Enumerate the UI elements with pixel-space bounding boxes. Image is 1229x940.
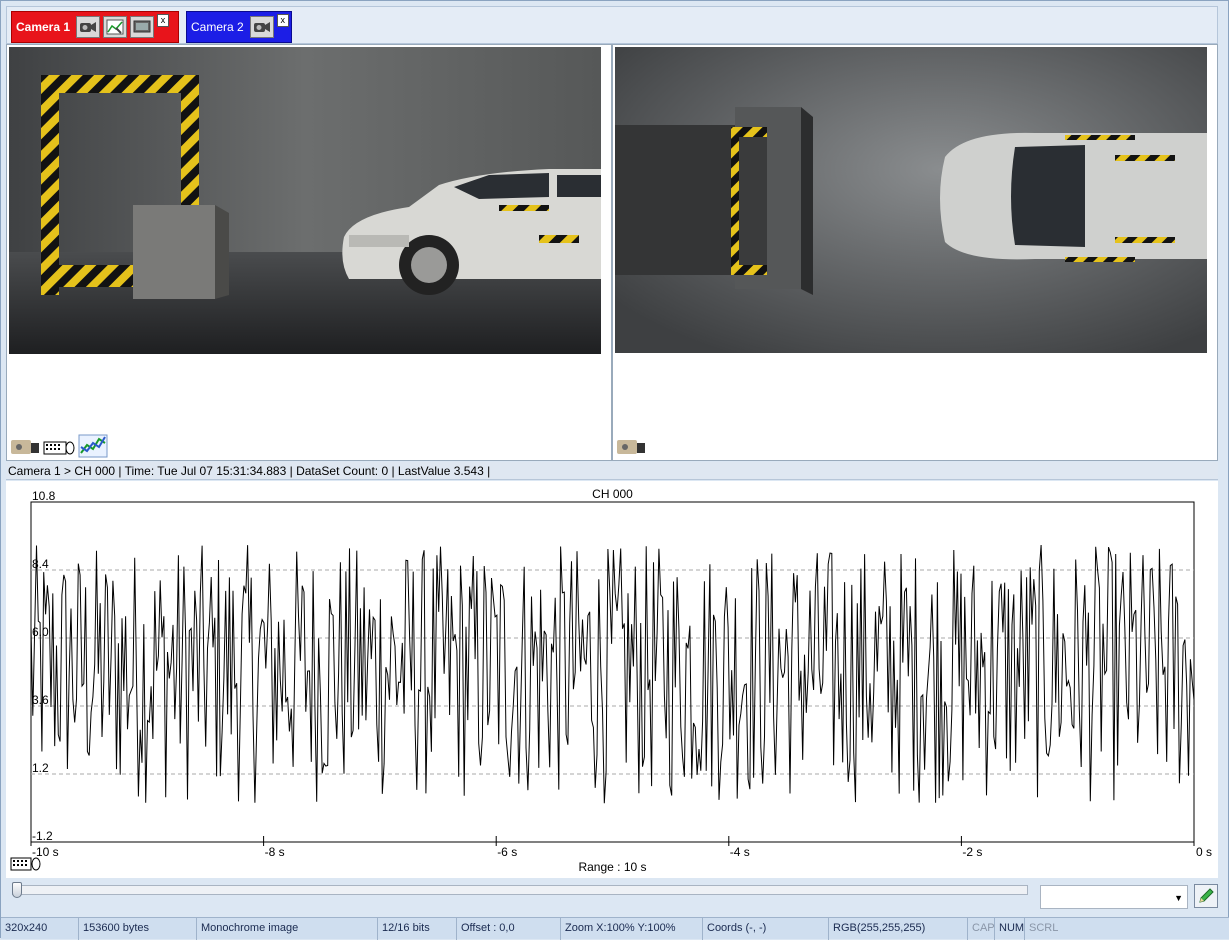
chevron-down-icon[interactable]: ▼ — [1174, 893, 1183, 903]
close-icon[interactable]: x — [157, 14, 170, 27]
keyboard-mouse-icon[interactable] — [43, 434, 75, 458]
y-tick-label: 10.8 — [32, 489, 56, 503]
camera-2-pane — [612, 44, 1218, 461]
display-icon[interactable] — [130, 16, 155, 38]
x-tick-label: -4 s — [730, 845, 750, 859]
status-bit-depth: 12/16 bits — [378, 918, 457, 940]
edit-pencil-icon[interactable] — [1194, 884, 1218, 908]
chart-area: 10.8 8.4 6.0 3.6 1.2 -1.2 -10 s -8 s -6 s -4 s -2 … — [6, 481, 1218, 878]
status-num-lock: NUM — [995, 918, 1025, 940]
channel-info-bar: Camera 1 > CH 000 | Time: Tue Jul 07 15:… — [6, 462, 1218, 480]
status-rgb: RGB(255,255,255) — [829, 918, 968, 940]
status-bar: 320x240 153600 bytes Monochrome image 12… — [1, 917, 1229, 940]
camera-icon[interactable] — [615, 434, 647, 458]
camera-1-toolbar — [9, 434, 109, 458]
status-offset: Offset : 0,0 — [457, 918, 561, 940]
tab-camera-2-label: Camera 2 — [191, 20, 244, 34]
app-window: Camera 1 x Camera 2 x Camera 1 > CH 000 … — [0, 0, 1229, 940]
status-byte-count: 153600 bytes — [79, 918, 197, 940]
graph-settings-icon[interactable] — [103, 16, 128, 38]
channel-select[interactable]: ▼ — [1040, 885, 1188, 909]
camera-icon[interactable] — [9, 434, 41, 458]
x-tick-label: -2 s — [962, 845, 982, 859]
tab-camera-1-label: Camera 1 — [16, 20, 71, 34]
status-scroll-lock: SCRL — [1029, 922, 1059, 934]
status-image-type: Monochrome image — [197, 918, 378, 940]
status-zoom: Zoom X:100% Y:100% — [561, 918, 703, 940]
chart-title: CH 000 — [592, 487, 633, 501]
timeline-row: ▼ — [6, 879, 1218, 915]
x-axis-label: Range : 10 s — [578, 860, 646, 874]
graph-icon[interactable] — [77, 434, 109, 458]
status-coords: Coords (-, -) — [703, 918, 829, 940]
y-tick-label: 1.2 — [32, 761, 49, 775]
camera-1-image[interactable] — [9, 47, 601, 354]
x-tick-label: 0 s — [1196, 845, 1212, 859]
camera-2-image[interactable] — [615, 47, 1207, 353]
camera-icon[interactable] — [249, 16, 274, 38]
camera-1-pane — [6, 44, 612, 461]
timeline-slider-track[interactable] — [12, 885, 1028, 895]
x-tick-label: -6 s — [497, 845, 517, 859]
y-tick-label: 3.6 — [32, 693, 49, 707]
timeline-slider-thumb[interactable] — [12, 882, 22, 898]
status-caps-lock: CAP — [968, 918, 995, 940]
tab-camera-1[interactable]: Camera 1 x — [11, 11, 179, 43]
line-chart[interactable]: 10.88.46.03.61.2-1.2-10 s -8 s -6 s -4 s -2 … — [6, 481, 1218, 878]
y-tick-label: 8.4 — [32, 557, 49, 571]
keyboard-mouse-icon[interactable] — [10, 853, 42, 876]
camera-2-toolbar — [615, 434, 647, 458]
tab-camera-2[interactable]: Camera 2 x — [186, 11, 292, 43]
status-image-size: 320x240 — [1, 918, 79, 940]
y-tick-label: -1.2 — [32, 829, 53, 843]
camera-icon[interactable] — [76, 16, 101, 38]
close-icon[interactable]: x — [276, 14, 289, 27]
camera-tab-strip: Camera 1 x Camera 2 x — [6, 6, 1218, 44]
x-tick-label: -8 s — [265, 845, 285, 859]
